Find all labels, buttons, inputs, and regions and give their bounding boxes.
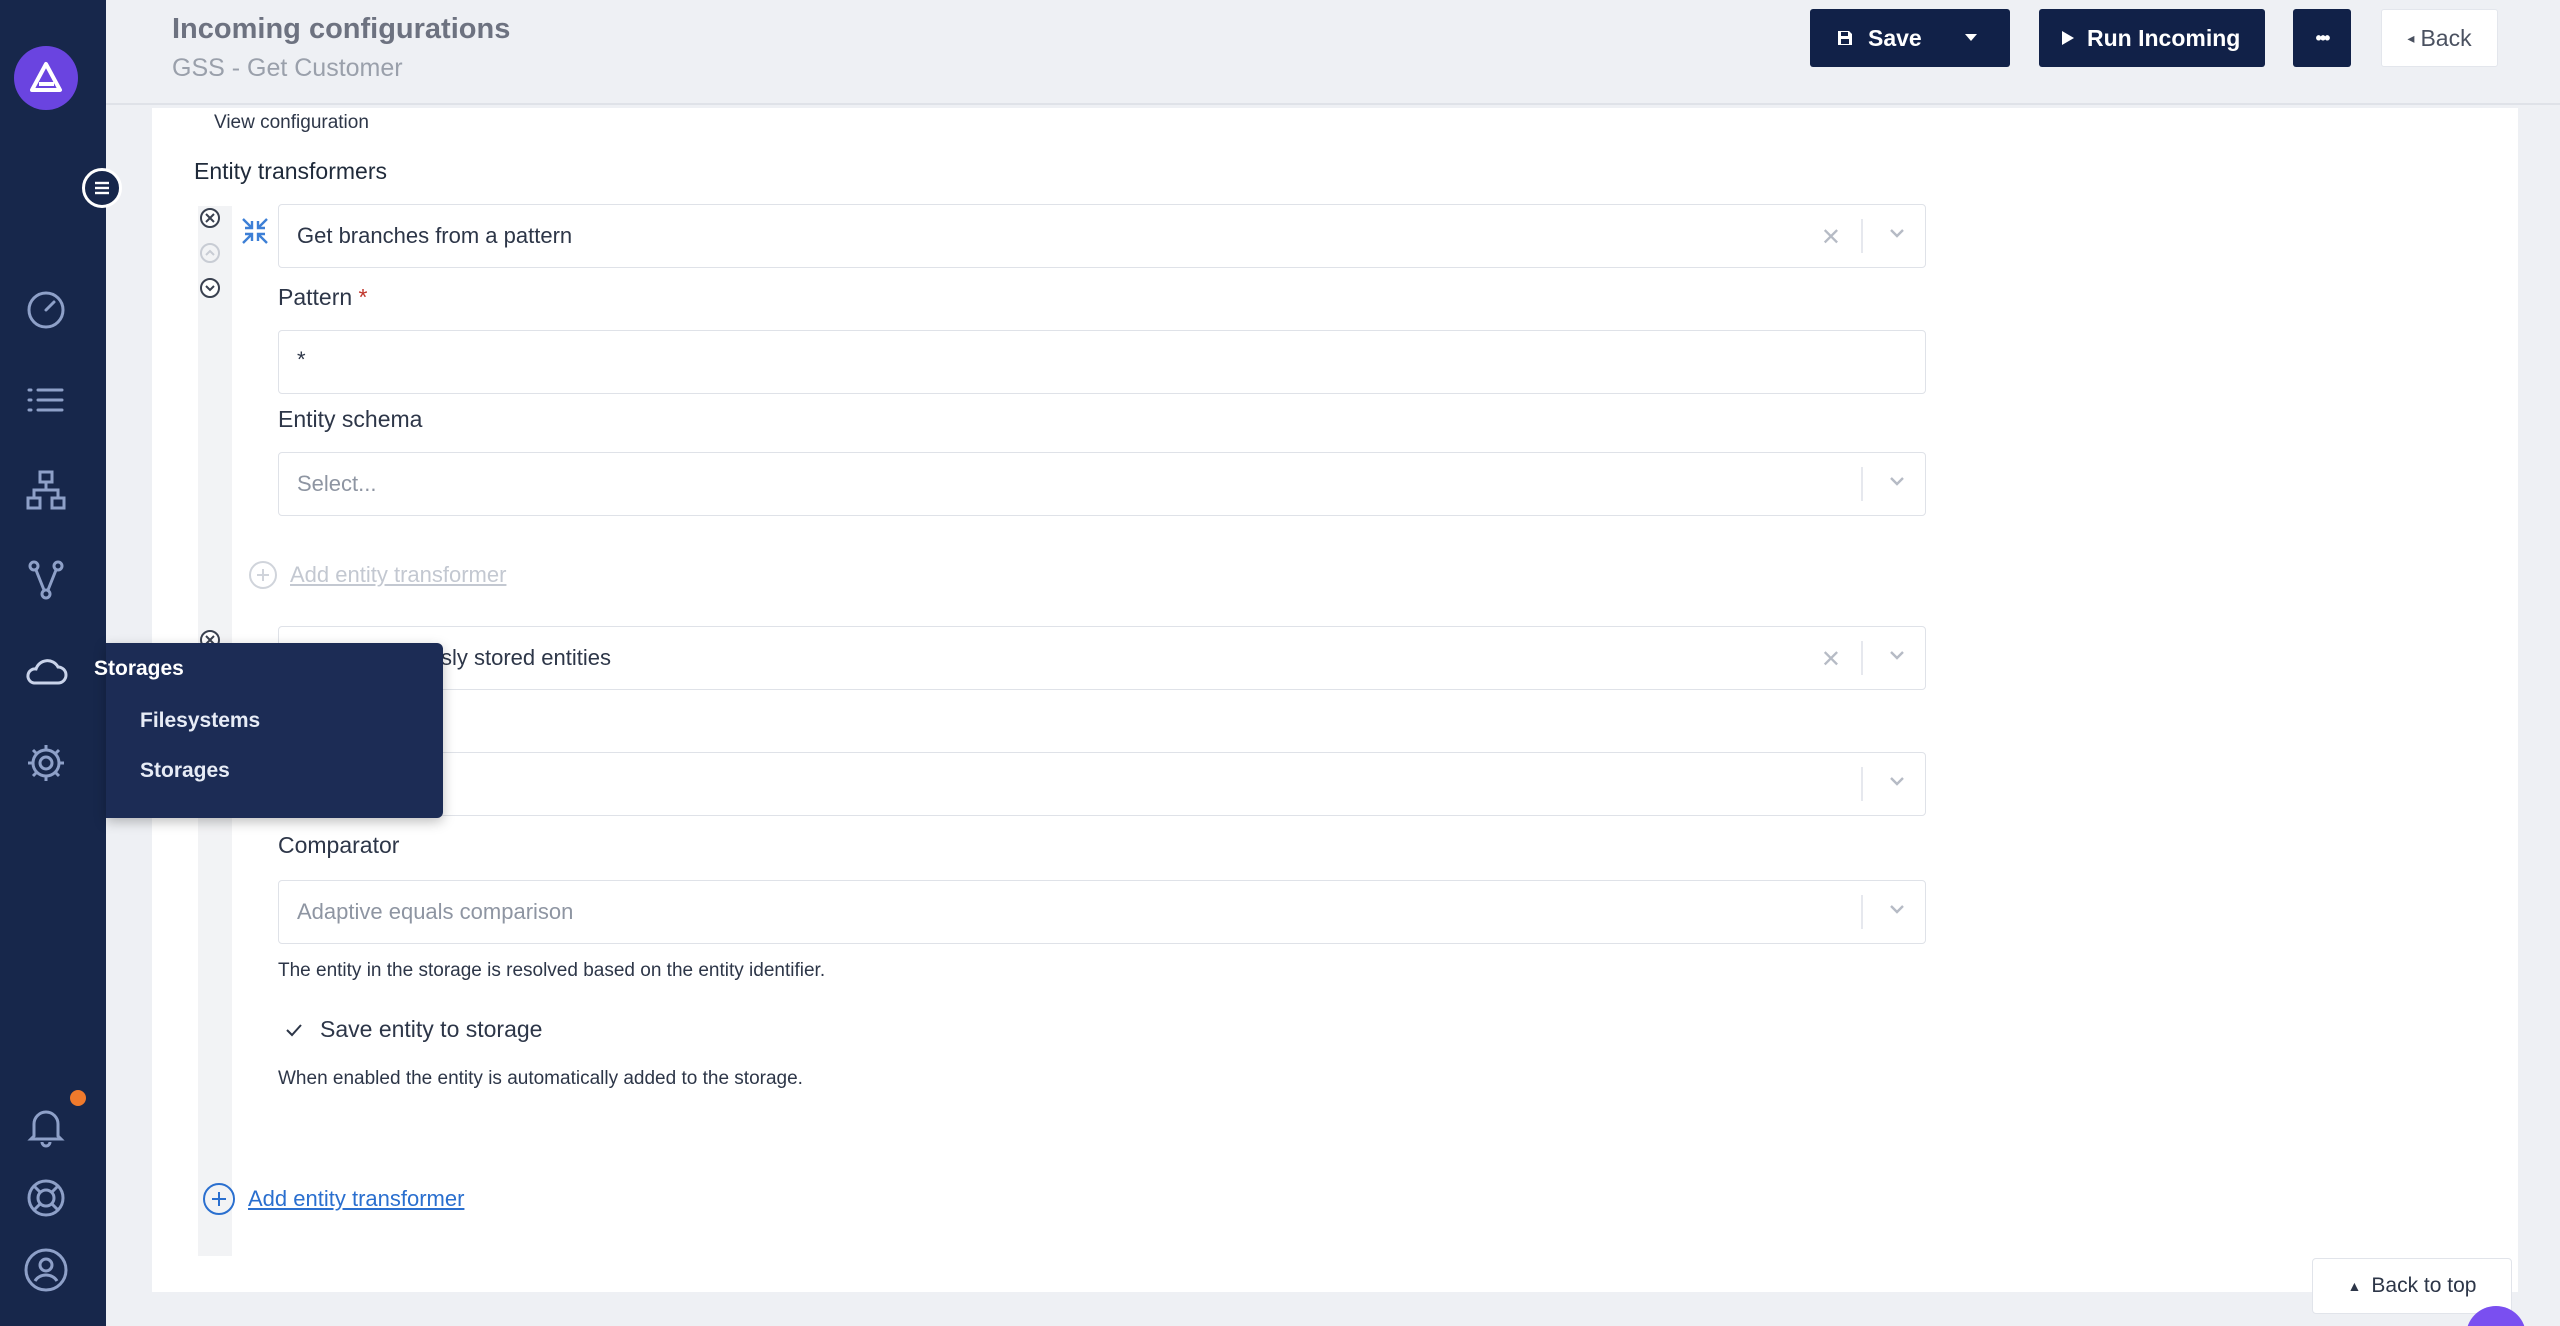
pattern-input[interactable]: * — [278, 330, 1926, 394]
back-button[interactable]: ◂ Back — [2381, 9, 2498, 67]
pattern-label: Pattern * — [278, 284, 368, 311]
menu-icon — [95, 181, 109, 195]
chevron-down-icon[interactable] — [1887, 771, 1907, 796]
notifications-bell-icon[interactable] — [20, 1100, 72, 1152]
run-incoming-button[interactable]: Run Incoming — [2039, 9, 2265, 67]
select-divider — [1861, 467, 1863, 501]
comparator-value: Adaptive equals comparison — [297, 899, 574, 924]
add-entity-transformer-link[interactable]: Add entity transformer — [202, 1182, 464, 1216]
user-profile-icon[interactable] — [20, 1244, 72, 1296]
checkmark-icon[interactable] — [284, 1020, 304, 1040]
transformer-type-value: Get branches from a pattern — [297, 223, 573, 248]
flyout-item-storages[interactable]: Storages — [140, 759, 230, 783]
hierarchy-icon[interactable] — [20, 464, 72, 516]
entity-schema-placeholder: Select... — [297, 471, 377, 496]
comparator-select[interactable]: Adaptive equals comparison — [278, 880, 1926, 944]
chevron-down-icon[interactable] — [1887, 899, 1907, 924]
add-nested-transformer-link[interactable]: Add entity transformer — [248, 560, 506, 590]
select-divider — [1861, 767, 1863, 801]
save-entity-checkbox-row[interactable]: Save entity to storage — [278, 1016, 542, 1043]
page-subtitle: GSS - Get Customer — [172, 54, 403, 82]
flow-icon[interactable] — [20, 554, 72, 606]
storages-flyout-menu: Storages Filesystems Storages — [94, 643, 443, 818]
entity-schema-label: Entity schema — [278, 406, 423, 432]
more-dots-icon: ••• — [2315, 27, 2331, 48]
notification-badge — [70, 1090, 86, 1106]
chevron-down-icon[interactable] — [1887, 471, 1907, 496]
main-content: View configuration Entity transformers G… — [152, 108, 2518, 1292]
select-divider — [1861, 219, 1863, 253]
collapse-arrows-icon[interactable] — [240, 216, 270, 246]
move-up-icon[interactable] — [198, 241, 222, 265]
save-dropdown-caret-icon[interactable] — [1964, 33, 1978, 43]
comparator-help-text: The entity in the storage is resolved ba… — [278, 960, 826, 981]
chevron-down-icon[interactable] — [1887, 223, 1907, 248]
save-label: Save — [1868, 24, 1922, 51]
save-disk-icon — [1836, 29, 1854, 47]
save-entity-help-text: When enabled the entity is automatically… — [278, 1068, 803, 1089]
move-down-icon[interactable] — [198, 276, 222, 300]
sidebar-collapse-button[interactable] — [82, 168, 122, 208]
select-divider — [1861, 895, 1863, 929]
add-circle-icon — [249, 561, 277, 589]
run-incoming-label: Run Incoming — [2087, 24, 2241, 51]
back-caret-icon: ◂ — [2407, 29, 2415, 46]
app-logo[interactable] — [14, 46, 78, 110]
save-button[interactable]: Save — [1810, 9, 2010, 67]
view-configuration-link[interactable]: View configuration — [214, 112, 369, 134]
entity-schema-select[interactable]: Select... — [278, 452, 1926, 516]
list-icon[interactable] — [20, 374, 72, 426]
settings-gear-icon[interactable] — [20, 737, 72, 789]
entity-transformers-heading: Entity transformers — [194, 158, 387, 184]
required-mark: * — [358, 284, 368, 310]
back-to-top-button[interactable]: ▲ Back to top — [2312, 1258, 2512, 1314]
page-title: Incoming configurations — [172, 13, 511, 45]
page-header: Incoming configurations GSS - Get Custom… — [106, 0, 2560, 105]
dashboard-icon[interactable] — [20, 284, 72, 336]
chevron-down-icon[interactable] — [1887, 645, 1907, 670]
remove-transformer-icon[interactable] — [198, 206, 222, 230]
cloud-icon[interactable] — [20, 647, 72, 699]
add-circle-icon — [203, 1183, 235, 1215]
back-to-top-label: Back to top — [2371, 1274, 2477, 1297]
logo-icon — [30, 62, 62, 92]
storage-select[interactable] — [278, 752, 1926, 816]
transformer-type-select[interactable]: Get branches from a pattern ✕ — [278, 204, 1926, 268]
flyout-item-filesystems[interactable]: Filesystems — [140, 709, 260, 733]
save-entity-label: Save entity to storage — [320, 1016, 543, 1042]
transformer-2-type-select[interactable]: sly stored entities ✕ — [278, 626, 1926, 690]
play-icon — [2061, 30, 2075, 46]
back-label: Back — [2420, 24, 2472, 51]
add-nested-label: Add entity transformer — [290, 562, 507, 587]
caret-up-icon: ▲ — [2347, 1278, 2362, 1294]
add-entity-transformer-label: Add entity transformer — [248, 1186, 465, 1211]
transformer-2-type-value: sly stored entities — [441, 645, 611, 670]
more-options-button[interactable]: ••• — [2293, 9, 2351, 67]
select-divider — [1861, 641, 1863, 675]
pattern-label-text: Pattern — [278, 284, 353, 310]
help-lifebuoy-icon[interactable] — [20, 1172, 72, 1224]
clear-icon[interactable]: ✕ — [1821, 223, 1841, 252]
clear-icon[interactable]: ✕ — [1821, 645, 1841, 674]
comparator-label: Comparator — [278, 832, 400, 858]
flyout-title: Storages — [94, 657, 184, 680]
